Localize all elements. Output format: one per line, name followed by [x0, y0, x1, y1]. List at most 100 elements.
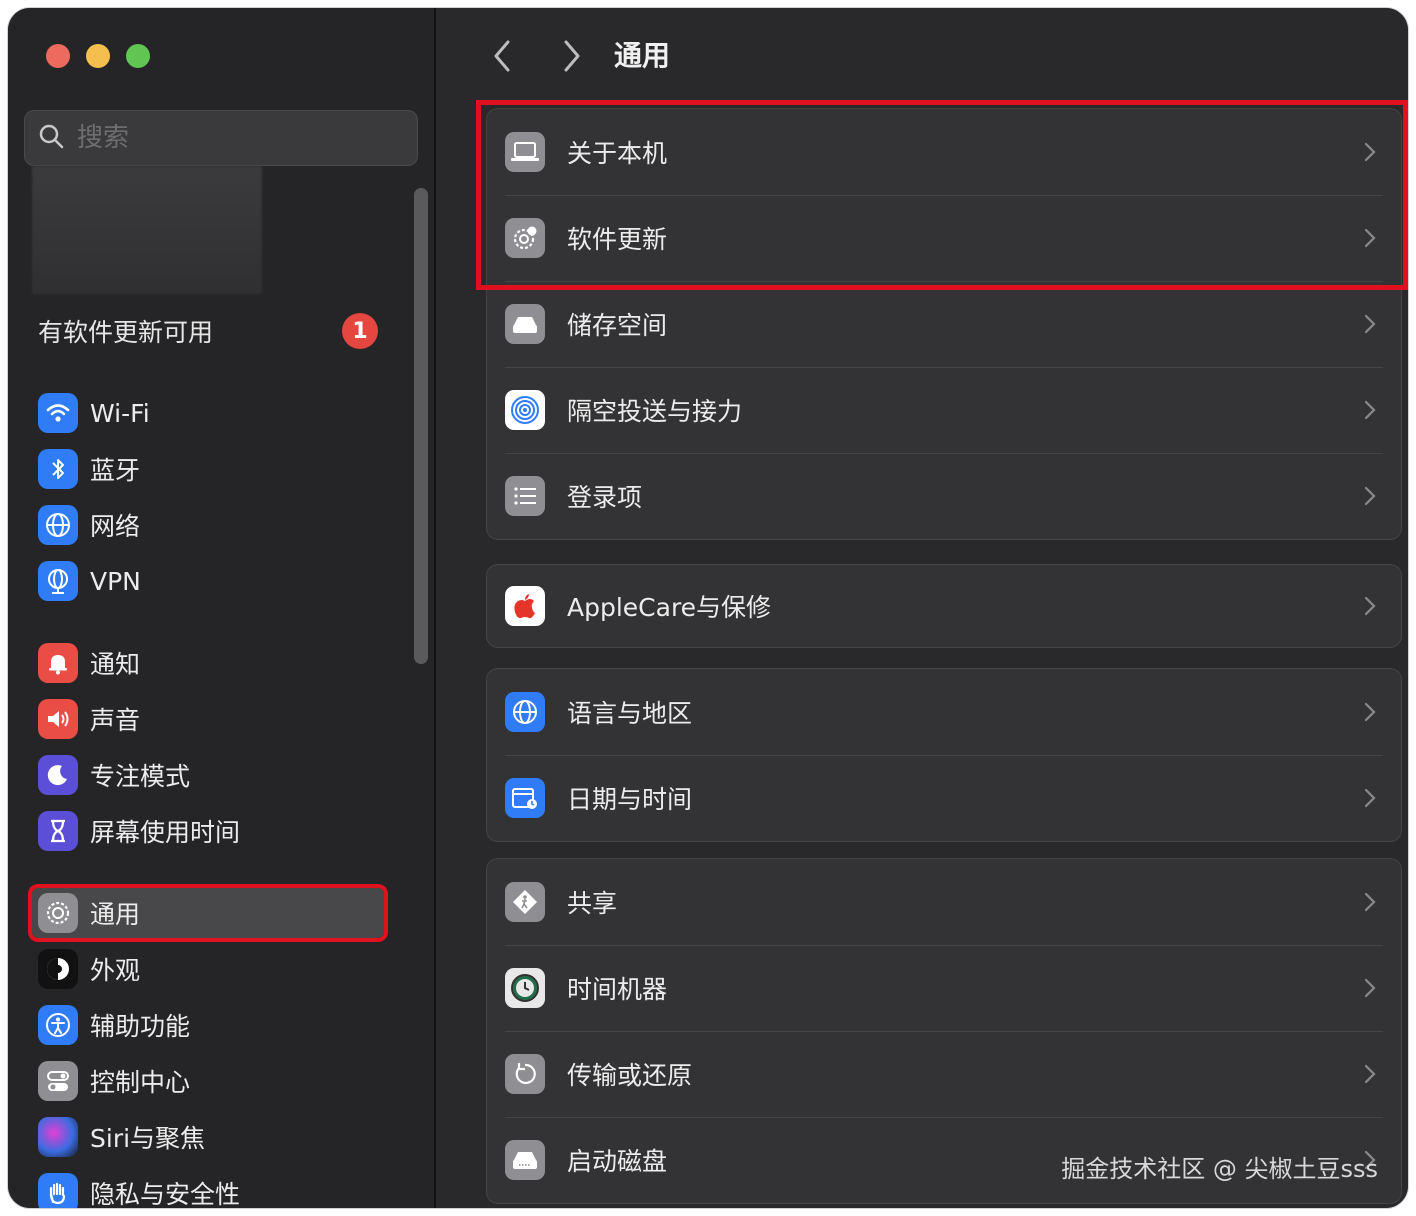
row-language-region[interactable]: 语言与地区	[487, 669, 1401, 755]
sidebar-item-label: 声音	[90, 706, 141, 735]
settings-group: 关于本机 软件更新 储存空间 隔空投送与接力 登录项	[486, 108, 1402, 540]
list-icon	[505, 476, 545, 516]
calendar-clock-icon	[505, 778, 545, 818]
chevron-right-icon	[1355, 596, 1385, 616]
row-label: 软件更新	[567, 225, 668, 254]
row-time-machine[interactable]: 时间机器	[487, 945, 1401, 1031]
settings-group: AppleCare与保修	[486, 564, 1402, 648]
row-sharing[interactable]: 共享	[487, 859, 1401, 945]
bluetooth-icon	[38, 449, 78, 489]
airdrop-icon	[505, 390, 545, 430]
back-button[interactable]	[484, 36, 520, 76]
row-airdrop[interactable]: 隔空投送与接力	[487, 367, 1401, 453]
sidebar-item-label: 通用	[90, 900, 141, 929]
siri-icon	[38, 1117, 78, 1157]
sidebar-item-label: 辅助功能	[90, 1012, 191, 1041]
sidebar-item-accessibility[interactable]: 辅助功能	[32, 1000, 384, 1050]
row-label: 语言与地区	[567, 699, 693, 728]
sidebar-item-wifi[interactable]: Wi-Fi	[32, 388, 384, 438]
restore-icon	[505, 1054, 545, 1094]
startup-disk-icon	[505, 1140, 545, 1180]
gear-update-icon	[505, 218, 545, 258]
globe-icon	[38, 505, 78, 545]
sidebar-item-label: Siri与聚焦	[90, 1124, 206, 1153]
sidebar-item-screen-time[interactable]: 屏幕使用时间	[32, 806, 384, 856]
toggles-icon	[38, 1061, 78, 1101]
sidebar-item-vpn[interactable]: VPN	[32, 556, 384, 606]
settings-group: 语言与地区 日期与时间	[486, 668, 1402, 842]
row-software-update[interactable]: 软件更新	[487, 195, 1401, 281]
sidebar-item-privacy[interactable]: 隐私与安全性	[32, 1168, 384, 1208]
sidebar-item-label: 网络	[90, 512, 141, 541]
sidebar-item-notifications[interactable]: 通知	[32, 638, 384, 688]
main-pane: 通用 关于本机 软件更新 储存空间 隔空投送与接力 登录项 AppleCare与…	[438, 8, 1408, 1208]
sidebar-item-label: 隐私与安全性	[90, 1180, 241, 1208]
chevron-right-icon	[1355, 788, 1385, 808]
account-card[interactable]	[32, 166, 262, 294]
sidebar-item-label: 外观	[90, 956, 141, 985]
row-applecare[interactable]: AppleCare与保修	[487, 565, 1401, 647]
row-label: 储存空间	[567, 311, 668, 340]
sidebar-item-bluetooth[interactable]: 蓝牙	[32, 444, 384, 494]
chevron-right-icon	[1355, 400, 1385, 420]
sidebar-item-label: 蓝牙	[90, 456, 141, 485]
forward-button[interactable]	[554, 36, 590, 76]
sidebar-item-focus[interactable]: 专注模式	[32, 750, 384, 800]
row-label: 传输或还原	[567, 1061, 693, 1090]
accessibility-icon	[38, 1005, 78, 1045]
wifi-icon	[38, 393, 78, 433]
maximize-button[interactable]	[126, 44, 150, 68]
row-date-time[interactable]: 日期与时间	[487, 755, 1401, 841]
share-walk-icon	[505, 882, 545, 922]
row-transfer-reset[interactable]: 传输或还原	[487, 1031, 1401, 1117]
software-update-available[interactable]: 有软件更新可用 1	[38, 308, 378, 354]
sidebar-item-label: 通知	[90, 650, 141, 679]
appearance-icon	[38, 949, 78, 989]
sidebar-item-label: Wi-Fi	[90, 398, 150, 428]
row-label: 登录项	[567, 483, 643, 512]
sidebar-item-label: 屏幕使用时间	[90, 818, 241, 847]
sidebar-item-control-center[interactable]: 控制中心	[32, 1056, 384, 1106]
settings-window: 有软件更新可用 1 Wi-Fi 蓝牙 网络 VPN	[8, 8, 1408, 1208]
sidebar-item-appearance[interactable]: 外观	[32, 944, 384, 994]
watermark: 掘金技术社区 @ 尖椒土豆sss	[1061, 1155, 1378, 1183]
row-login-items[interactable]: 登录项	[487, 453, 1401, 539]
sidebar-item-label: 控制中心	[90, 1068, 191, 1097]
search-input[interactable]	[77, 123, 377, 153]
chevron-right-icon	[1355, 892, 1385, 912]
sidebar: 有软件更新可用 1 Wi-Fi 蓝牙 网络 VPN	[8, 8, 436, 1208]
row-storage[interactable]: 储存空间	[487, 281, 1401, 367]
row-about[interactable]: 关于本机	[487, 109, 1401, 195]
sidebar-item-network[interactable]: 网络	[32, 500, 384, 550]
row-label: AppleCare与保修	[567, 593, 772, 622]
search-field[interactable]	[24, 110, 418, 166]
speaker-icon	[38, 699, 78, 739]
chevron-left-icon	[494, 40, 510, 72]
chevron-right-icon	[1355, 702, 1385, 722]
laptop-icon	[505, 132, 545, 172]
sidebar-item-label: 专注模式	[90, 762, 191, 791]
sidebar-item-siri[interactable]: Siri与聚焦	[32, 1112, 384, 1162]
search-icon	[37, 122, 65, 154]
vpn-globe-icon	[38, 561, 78, 601]
bell-icon	[38, 643, 78, 683]
minimize-button[interactable]	[86, 44, 110, 68]
chevron-right-icon	[1355, 1064, 1385, 1084]
chevron-right-icon	[1355, 142, 1385, 162]
chevron-right-icon	[564, 40, 580, 72]
sidebar-scrollbar[interactable]	[414, 188, 428, 664]
sidebar-item-label: VPN	[90, 566, 141, 596]
sidebar-item-general[interactable]: 通用	[28, 884, 388, 942]
update-available-label: 有软件更新可用	[38, 318, 214, 347]
row-label: 日期与时间	[567, 785, 693, 814]
close-button[interactable]	[46, 44, 70, 68]
chevron-right-icon	[1355, 978, 1385, 998]
chevron-right-icon	[1355, 314, 1385, 334]
row-label: 时间机器	[567, 975, 668, 1004]
globe-icon	[505, 692, 545, 732]
sidebar-item-sound[interactable]: 声音	[32, 694, 384, 744]
drive-icon	[505, 304, 545, 344]
update-count-badge: 1	[342, 313, 378, 349]
hand-icon	[38, 1173, 78, 1208]
row-label: 隔空投送与接力	[567, 397, 743, 426]
